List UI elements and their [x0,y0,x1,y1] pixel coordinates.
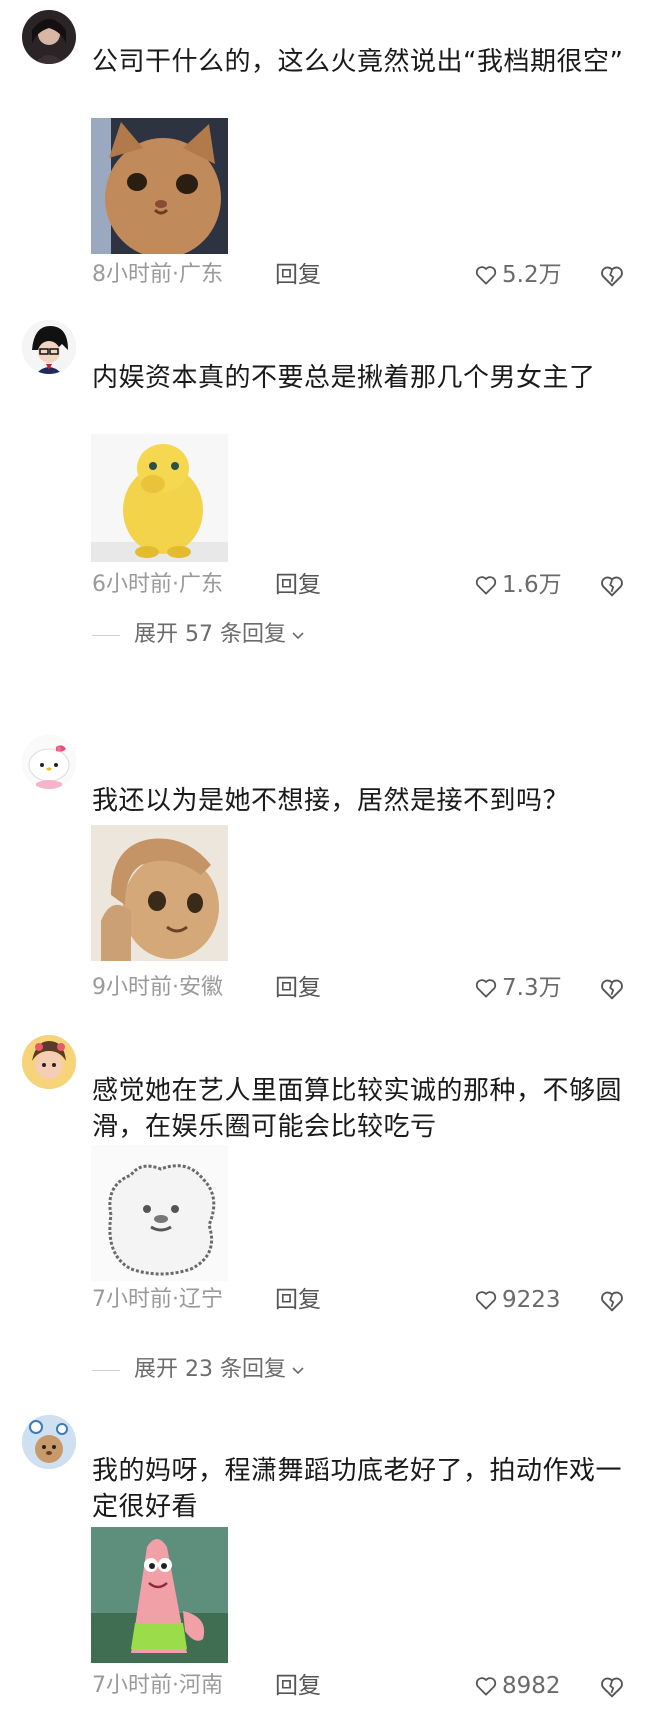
comment-meta: 8小时前·广东 [92,262,223,287]
reply-button[interactable]: 回复 [275,1671,321,1701]
like-count: 1.6万 [502,572,562,598]
expand-replies-button[interactable]: 展开 23 条回复 [92,1355,306,1385]
sticker-image[interactable] [91,118,228,254]
comment-text: 公司干什么的，这么火竟然说出“我档期很空” [92,47,624,77]
comment-item: 我的妈呀，程潇舞蹈功底老好了，拍动作戏一定很好看 7小时前·河南 回复 8982 [0,1415,650,1720]
like-count: 7.3万 [502,975,562,1001]
like-button[interactable]: 5.2万 [473,260,562,290]
divider-dash [92,1369,120,1371]
sticker-image[interactable] [91,1527,228,1663]
broken-heart-icon[interactable] [598,572,626,600]
comment-item: 内娱资本真的不要总是揪着那几个男女主了 6小时前·广东 回复 1.6万 展开 5… [0,320,650,690]
broken-heart-icon[interactable] [598,1287,626,1315]
expand-label: 展开 57 条回复 [134,622,286,647]
avatar[interactable] [22,10,76,64]
comment-item: 公司干什么的，这么火竟然说出“我档期很空” 8小时前·广东 回复 5.2万 [0,10,650,300]
heart-outline-icon [475,979,497,998]
like-count: 9223 [502,1287,561,1313]
broken-heart-icon[interactable] [598,975,626,1003]
reply-button[interactable]: 回复 [275,973,321,1003]
sticker-image[interactable] [91,1145,228,1281]
like-button[interactable]: 8982 [473,1671,561,1701]
comment-meta: 6小时前·广东 [92,572,223,597]
reply-button[interactable]: 回复 [275,260,321,290]
expand-replies-button[interactable]: 展开 57 条回复 [92,620,306,650]
comment-item: 我还以为是她不想接，居然是接不到吗？ 9小时前·安徽 回复 7.3万 [0,735,650,1015]
avatar[interactable] [22,1415,76,1469]
comment-text: 内娱资本真的不要总是揪着那几个男女主了 [92,363,596,393]
reply-button[interactable]: 回复 [275,570,321,600]
sticker-image[interactable] [91,434,228,562]
comment-meta: 7小时前·河南 [92,1673,223,1698]
like-button[interactable]: 1.6万 [473,570,562,600]
comment-item: 感觉她在艺人里面算比较实诚的那种，不够圆滑，在娱乐圈可能会比较吃亏 7小时前·辽… [0,1035,650,1405]
comment-text: 我还以为是她不想接，居然是接不到吗？ [92,786,570,816]
chevron-down-icon [292,1367,304,1375]
expand-label: 展开 23 条回复 [134,1357,286,1382]
comment-text: 感觉她在艺人里面算比较实诚的那种，不够圆滑，在娱乐圈可能会比较吃亏 [92,1076,623,1142]
reply-button[interactable]: 回复 [275,1285,321,1315]
avatar[interactable] [22,320,76,374]
avatar[interactable] [22,735,76,789]
heart-outline-icon [475,576,497,595]
heart-outline-icon [475,1291,497,1310]
chevron-down-icon [292,632,304,640]
sticker-image[interactable] [91,825,228,961]
heart-outline-icon [475,266,497,285]
like-button[interactable]: 9223 [473,1285,561,1315]
comment-meta: 9小时前·安徽 [92,975,223,1000]
broken-heart-icon[interactable] [598,262,626,290]
broken-heart-icon[interactable] [598,1673,626,1701]
divider-dash [92,634,120,636]
comment-meta: 7小时前·辽宁 [92,1287,223,1312]
avatar[interactable] [22,1035,76,1089]
comment-text: 我的妈呀，程潇舞蹈功底老好了，拍动作戏一定很好看 [92,1456,623,1522]
like-count: 5.2万 [502,262,562,288]
heart-outline-icon [475,1677,497,1696]
like-count: 8982 [502,1673,561,1699]
like-button[interactable]: 7.3万 [473,973,562,1003]
